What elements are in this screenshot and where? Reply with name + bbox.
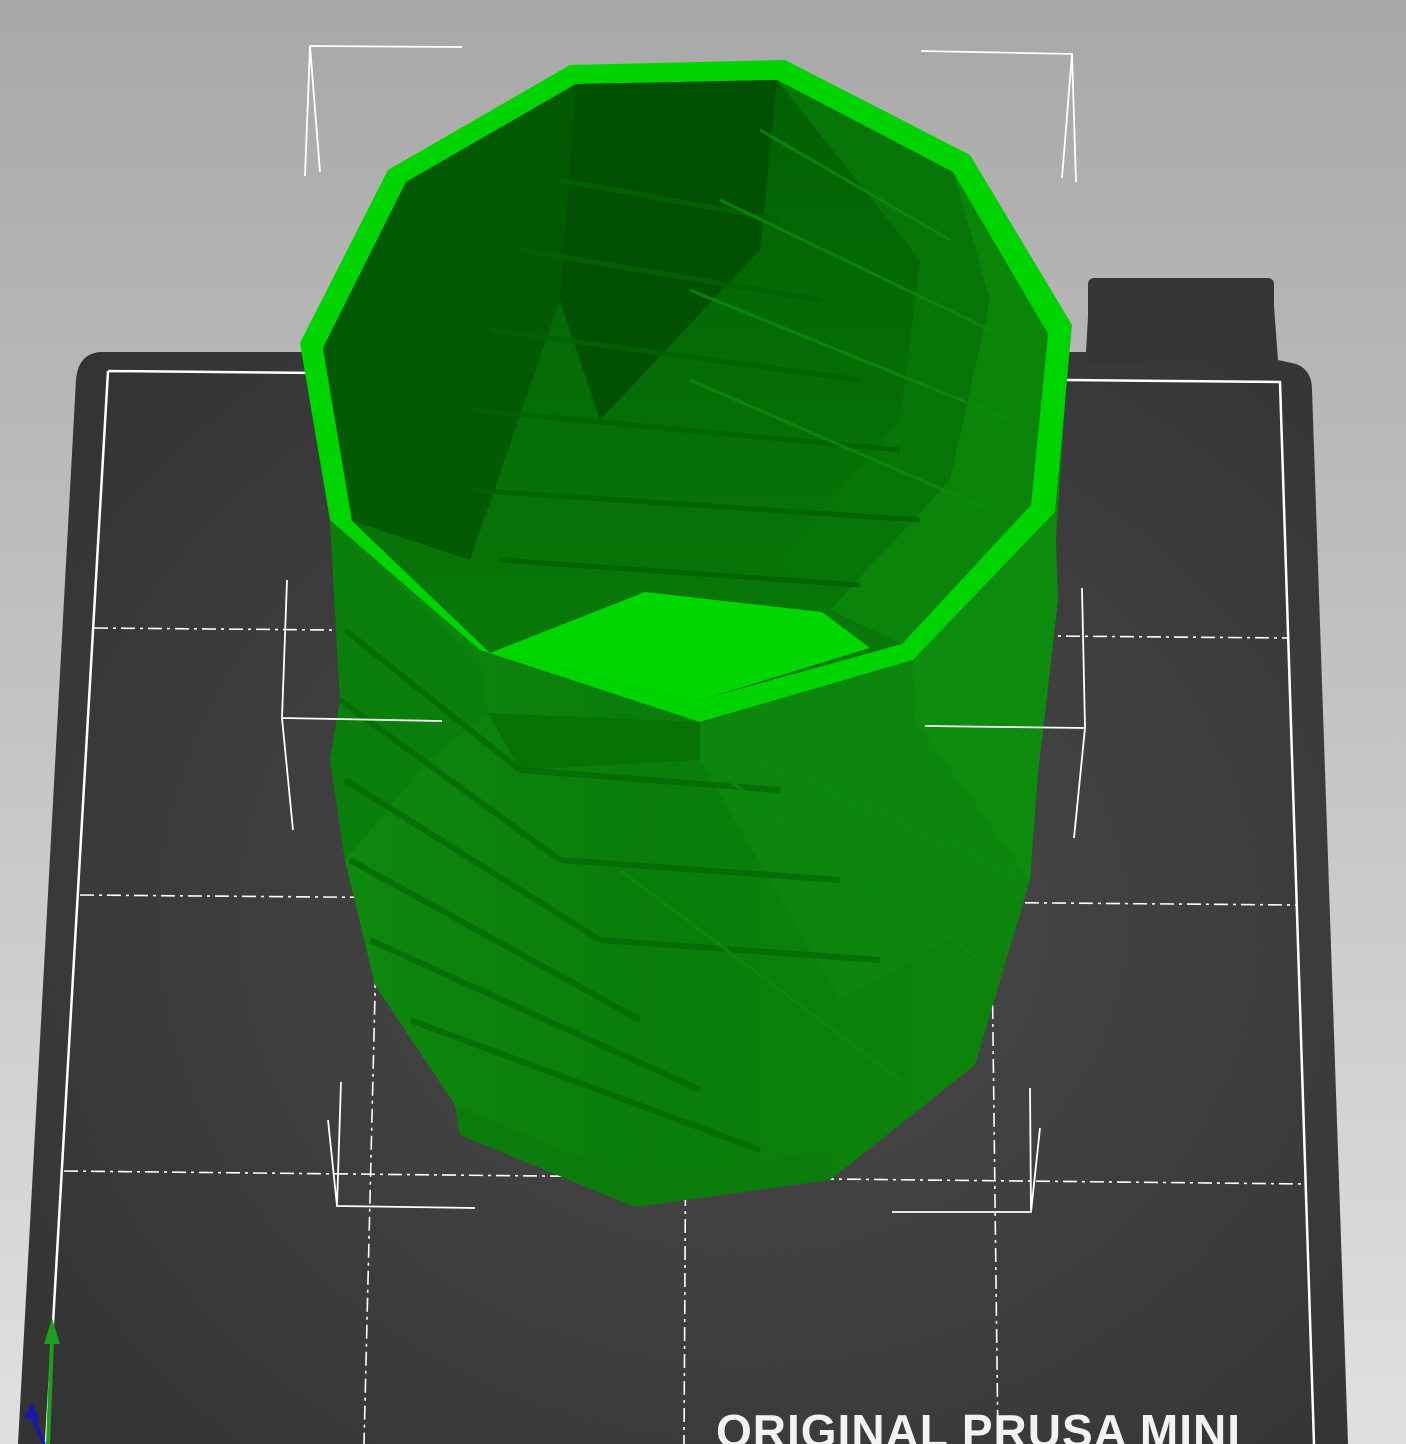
- 3d-viewport[interactable]: ORIGINAL PRUSA MINI: [0, 0, 1406, 1444]
- model-cup[interactable]: [300, 60, 1072, 1207]
- printer-bed-label: ORIGINAL PRUSA MINI: [716, 1405, 1242, 1444]
